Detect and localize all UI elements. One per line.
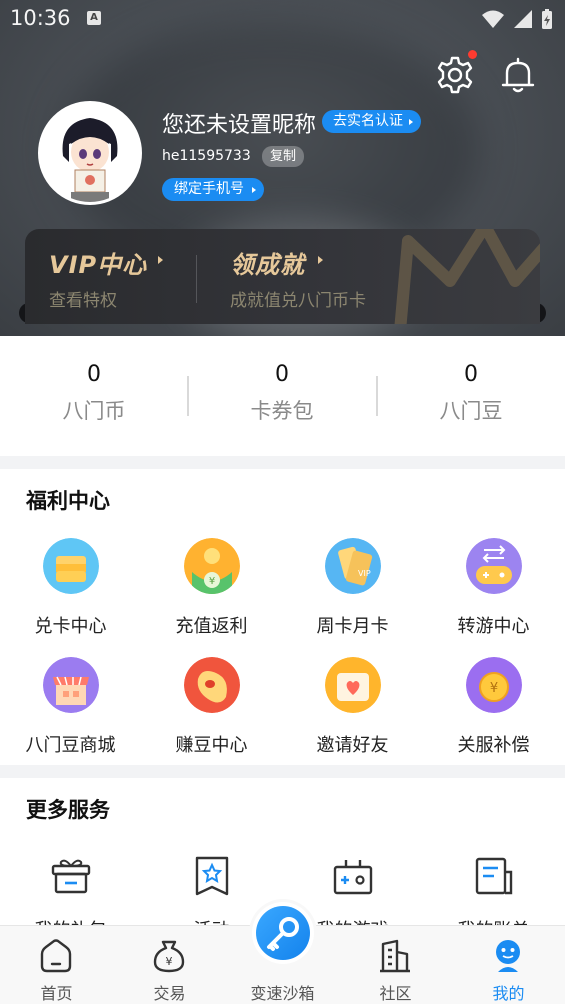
bell-icon[interactable]	[498, 55, 538, 95]
vip-center-title: VIP中心	[49, 251, 148, 279]
bean-mall-icon	[42, 657, 99, 713]
status-bar: 10:36 A	[0, 0, 565, 38]
status-time: 10:36	[10, 6, 71, 30]
gift-icon	[51, 859, 90, 894]
tab-profile[interactable]: 我的	[452, 926, 565, 1004]
grid-label: 赚豆中心	[175, 735, 248, 756]
avatar[interactable]	[38, 101, 142, 205]
section-title: 更多服务	[26, 798, 110, 822]
trade-icon: ¥	[153, 940, 185, 973]
notification-icon: A	[87, 11, 101, 25]
grid-label: 八门豆商城	[25, 735, 116, 756]
copy-button[interactable]: 复制	[262, 146, 305, 167]
grid-item-invite-friends[interactable]: 邀请好友	[282, 657, 423, 757]
tab-label: 我的	[492, 984, 525, 1003]
tab-community[interactable]: 社区	[339, 926, 452, 1004]
stat-value: 0	[275, 362, 289, 387]
chevron-right-icon	[318, 256, 323, 264]
tab-trade[interactable]: ¥ 交易	[113, 926, 226, 1004]
grid-item-earn-beans[interactable]: 赚豆中心	[141, 657, 282, 757]
speed-sandbox-icon	[267, 917, 299, 951]
stat-coupon-wallet[interactable]: 0 卡券包	[188, 362, 376, 425]
grid-label: 关服补偿	[457, 735, 530, 756]
speed-sandbox-button-bg	[256, 906, 310, 960]
achievement-link[interactable]: 领成就 成就值兑八门币卡	[197, 229, 540, 324]
nickname: 您还未设置昵称	[162, 113, 317, 138]
activity-icon	[195, 856, 228, 896]
game-console-icon	[333, 860, 372, 895]
grid-label: 周卡月卡	[316, 616, 389, 637]
stat-value: 0	[464, 362, 478, 387]
settings-icon[interactable]	[435, 55, 475, 95]
grid-item-card-exchange[interactable]: 兑卡中心	[0, 538, 141, 638]
stat-label: 八门币	[62, 399, 126, 423]
achievement-subtitle: 成就值兑八门币卡	[230, 291, 366, 311]
weekly-monthly-card-icon: VIP	[324, 538, 381, 594]
speed-sandbox-button[interactable]	[252, 902, 314, 964]
svg-text:¥: ¥	[166, 955, 173, 968]
earn-beans-icon	[183, 657, 240, 713]
svg-text:¥: ¥	[208, 576, 214, 587]
welfare-center-section: 福利中心 兑卡中心 ¥ 充值返利 VIP 周卡月卡 转游中心 八门豆商城 赚豆中…	[0, 469, 565, 765]
tab-label: 交易	[153, 984, 186, 1003]
svg-text:VIP: VIP	[358, 569, 371, 578]
achievement-title: 领成就	[230, 251, 305, 279]
tab-label: 首页	[40, 984, 73, 1003]
grid-label: 兑卡中心	[34, 616, 107, 637]
grid-item-shutdown-compensation[interactable]: ¥ 关服补偿	[423, 657, 564, 757]
invite-friends-icon	[324, 657, 381, 713]
chevron-right-icon	[158, 256, 163, 264]
svg-text:¥: ¥	[489, 681, 497, 696]
grid-label: 邀请好友	[316, 735, 389, 756]
community-icon	[380, 939, 410, 973]
stat-bamen-bean[interactable]: 0 八门豆	[377, 362, 565, 425]
grid-item-bean-mall[interactable]: 八门豆商城	[0, 657, 141, 757]
shutdown-compensation-icon: ¥	[465, 657, 522, 713]
stat-bamen-coin[interactable]: 0 八门币	[0, 362, 188, 425]
signal-icon	[514, 10, 532, 28]
tab-home[interactable]: 首页	[0, 926, 113, 1004]
profile-icon	[496, 940, 520, 972]
stat-label: 八门豆	[439, 399, 503, 423]
grid-item-game-transfer[interactable]: 转游中心	[423, 538, 564, 638]
grid-item-recharge-rebate[interactable]: ¥ 充值返利	[141, 538, 282, 638]
tab-label: 社区	[379, 984, 412, 1003]
wallet-stats: 0 八门币 0 卡券包 0 八门豆	[0, 336, 565, 456]
bind-phone-button[interactable]: 绑定手机号	[162, 178, 264, 201]
profile-header: 10:36 A 您还未设置昵称 去实名认证 he11595733 复制 绑定手机…	[0, 0, 565, 336]
recharge-rebate-icon: ¥	[183, 538, 240, 594]
vip-center-subtitle: 查看特权	[49, 291, 117, 311]
battery-icon	[542, 9, 552, 29]
vip-center-link[interactable]: VIP中心 查看特权	[25, 229, 196, 324]
section-title: 福利中心	[26, 489, 110, 513]
grid-label: 充值返利	[175, 616, 248, 637]
stat-label: 卡券包	[250, 399, 314, 423]
user-id: he11595733	[162, 148, 251, 164]
wifi-icon	[482, 10, 504, 28]
grid-label: 转游中心	[457, 616, 530, 637]
game-transfer-icon	[465, 538, 522, 594]
vip-card: VIP中心 查看特权 领成就 成就值兑八门币卡	[25, 229, 540, 324]
bill-icon	[475, 857, 512, 895]
avatar-illustration	[41, 104, 139, 202]
realname-verify-button[interactable]: 去实名认证	[322, 110, 421, 133]
home-icon	[40, 939, 72, 973]
stat-value: 0	[87, 362, 101, 387]
notification-dot	[468, 50, 477, 59]
grid-item-weekly-monthly-card[interactable]: VIP 周卡月卡	[282, 538, 423, 638]
card-exchange-icon	[42, 538, 99, 594]
tab-label: 变速沙箱	[250, 984, 315, 1003]
